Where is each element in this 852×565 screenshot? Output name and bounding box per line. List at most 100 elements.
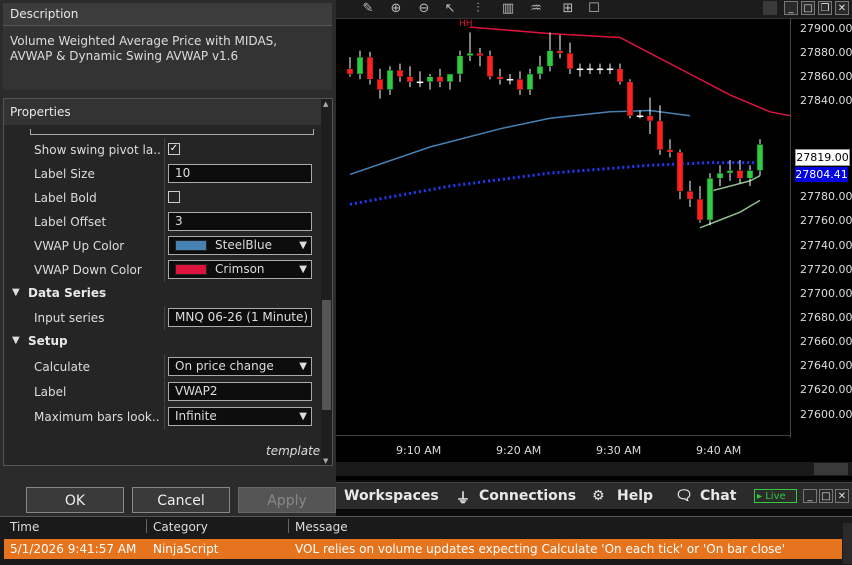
candle-body (726, 170, 734, 174)
chevron-down-icon[interactable]: ▼ (299, 408, 307, 425)
template-link[interactable]: template (266, 444, 320, 458)
category-setup[interactable]: ▼ Setup (4, 330, 320, 354)
help-menu[interactable]: Help (617, 488, 653, 504)
prop-maximum-bars-look-back[interactable]: Maximum bars look... Infinite ▼ (4, 405, 320, 429)
candle-body (376, 78, 384, 90)
log-header-category[interactable]: Category (153, 520, 208, 534)
input-series-field[interactable]: MNQ 06-26 (1 Minute) (168, 308, 312, 327)
prop-label: VWAP Down Color (34, 263, 142, 277)
price-chart[interactable]: HH (336, 0, 852, 480)
price-tick: 27780.00 (800, 190, 852, 203)
pencil-icon[interactable]: ✎ (360, 1, 376, 17)
chart-menu-icon[interactable] (763, 1, 777, 15)
chat-menu[interactable]: Chat (700, 488, 736, 504)
zoom-in-icon[interactable]: ⊕ (388, 1, 404, 17)
prop-label-bold[interactable]: Label Bold (4, 186, 320, 210)
color-swatch (175, 264, 207, 275)
price-tick: 27760.00 (800, 214, 852, 227)
price-tick: 27660.00 (800, 335, 852, 348)
candle-body (626, 81, 634, 116)
collapse-triangle-icon[interactable]: ▼ (12, 287, 20, 298)
chart-trader-icon[interactable]: ☐ (586, 1, 602, 17)
candle-body (496, 76, 504, 80)
scrollbar-thumb[interactable] (814, 463, 848, 475)
swing-pivot-label: HH (459, 19, 473, 29)
prop-vwap-up-color[interactable]: VWAP Up Color SteelBlue ▼ (4, 234, 320, 258)
max-bars-select[interactable]: Infinite ▼ (168, 407, 312, 426)
scroll-up-icon[interactable]: ▲ (323, 100, 328, 108)
pointer-icon[interactable]: ↖ (442, 1, 458, 17)
prop-calculate[interactable]: Calculate On price change ▼ (4, 355, 320, 379)
price-tick: 27600.00 (800, 408, 852, 421)
prop-label-size[interactable]: Label Size 10 (4, 162, 320, 186)
label-offset-input[interactable]: 3 (168, 212, 312, 231)
prop-label: Label Size (34, 167, 95, 181)
prop-label: Input series (34, 311, 105, 325)
candle-body (676, 151, 684, 192)
chevron-down-icon[interactable]: ▼ (299, 261, 307, 278)
apply-button[interactable]: Apply (238, 487, 336, 513)
label-bold-checkbox[interactable] (168, 191, 180, 203)
candle-body (656, 120, 664, 150)
label-input[interactable]: VWAP2 (168, 382, 312, 401)
prop-show-swing-pivot-labels[interactable]: Show swing pivot la... ✓ (4, 138, 320, 162)
zoom-out-icon[interactable]: ⊖ (416, 1, 432, 17)
candle-body (486, 55, 494, 77)
maximize-icon[interactable]: □ (801, 1, 815, 15)
cancel-button[interactable]: Cancel (132, 487, 230, 513)
prop-label-name[interactable]: Label VWAP2 (4, 380, 320, 404)
chevron-down-icon[interactable]: ▼ (299, 358, 307, 375)
candle-body (686, 191, 694, 200)
indicators-icon[interactable]: ▥ (500, 1, 516, 17)
select-value: Infinite (175, 409, 217, 423)
candle-body (506, 78, 514, 81)
prop-label: Maximum bars look... (34, 410, 160, 424)
label-size-input[interactable]: 10 (168, 164, 312, 183)
prop-label-offset[interactable]: Label Offset 3 (4, 210, 320, 234)
prop-label: Label (34, 385, 67, 399)
calculate-select[interactable]: On price change ▼ (168, 357, 312, 376)
color-name: SteelBlue (215, 238, 272, 252)
prop-label: Calculate (34, 360, 91, 374)
connections-menu[interactable]: Connections (479, 488, 576, 504)
properties-scrollbar[interactable] (321, 99, 332, 465)
maximize-icon[interactable]: □ (819, 489, 833, 503)
close-icon[interactable]: ✕ (835, 1, 849, 15)
log-scrollbar[interactable] (843, 523, 852, 564)
minimize-icon[interactable]: _ (803, 489, 817, 503)
vwap-down-color-select[interactable]: Crimson ▼ (168, 260, 312, 279)
prop-vwap-down-color[interactable]: VWAP Down Color Crimson ▼ (4, 258, 320, 282)
candle-body (596, 68, 604, 71)
properties-title: Properties (10, 105, 71, 119)
show-swing-pivot-checkbox[interactable]: ✓ (168, 143, 180, 155)
plug-icon: ⏚ (456, 491, 470, 507)
description-text: Volume Weighted Average Price with MIDAS… (10, 34, 278, 63)
candle-body (696, 198, 704, 221)
minimize-icon[interactable]: _ (784, 1, 798, 15)
vwap-price-badge: 27804.41 (795, 167, 848, 182)
time-tick: 9:10 AM (396, 444, 442, 457)
bar-type-icon[interactable]: ⫶ (470, 1, 486, 17)
restore-icon[interactable]: ❐ (818, 1, 832, 15)
ok-button[interactable]: OK (26, 487, 124, 513)
chart-panel[interactable]: HH (336, 0, 852, 480)
properties-scrollbar-thumb[interactable] (322, 300, 331, 410)
close-icon[interactable]: ✕ (835, 489, 849, 503)
workspaces-menu[interactable]: Workspaces (344, 488, 439, 504)
chart-horizontal-scrollbar[interactable] (336, 462, 852, 476)
time-tick: 9:20 AM (496, 444, 542, 457)
log-header-message[interactable]: Message (295, 520, 348, 534)
collapse-triangle-icon[interactable]: ▼ (12, 335, 20, 346)
log-header-time[interactable]: Time (10, 520, 39, 534)
strategies-icon[interactable]: ♒ (528, 1, 544, 17)
candle-body (556, 50, 564, 54)
select-value: On price change (175, 359, 274, 373)
clipped-field (30, 129, 314, 135)
category-data-series[interactable]: ▼ Data Series (4, 282, 320, 306)
vwap-up-color-select[interactable]: SteelBlue ▼ (168, 236, 312, 255)
properties-icon[interactable]: ⊞ (560, 1, 576, 17)
chevron-down-icon[interactable]: ▼ (299, 237, 307, 254)
scroll-down-icon[interactable]: ▼ (323, 457, 328, 465)
log-row[interactable]: 5/1/2026 9:41:57 AM NinjaScript VOL reli… (4, 539, 842, 559)
prop-input-series[interactable]: Input series MNQ 06-26 (1 Minute) (4, 306, 320, 330)
